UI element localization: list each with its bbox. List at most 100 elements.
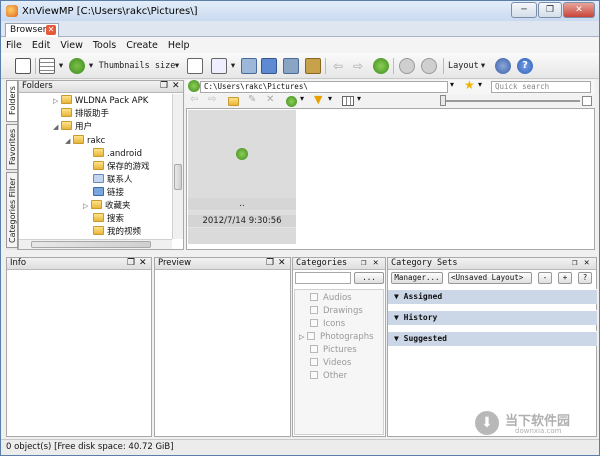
panel-float-icon[interactable]: ❐ <box>266 258 274 269</box>
category-checkbox[interactable] <box>310 371 318 379</box>
slideshow-icon[interactable] <box>241 58 257 74</box>
tab-browser[interactable]: Browser ✕ <box>5 23 59 37</box>
delete-icon[interactable]: ✕ <box>266 94 274 105</box>
filter-dropdown-icon[interactable]: ▾ <box>328 94 332 103</box>
file-browser[interactable]: .. 2012/7/14 9:30:56 <box>186 108 595 250</box>
menu-create[interactable]: Create <box>121 40 163 51</box>
menu-file[interactable]: File <box>1 40 27 51</box>
menu-tools[interactable]: Tools <box>88 40 121 51</box>
panel-close-icon[interactable]: ✕ <box>172 81 180 92</box>
category-other[interactable]: Other <box>310 370 347 383</box>
columns-dropdown-icon[interactable]: ▾ <box>357 94 361 103</box>
category-pictures[interactable]: Pictures <box>310 344 357 357</box>
star-icon[interactable]: ★ <box>464 78 475 92</box>
go-up-icon[interactable] <box>188 80 200 92</box>
folders-horizontal-scrollbar[interactable] <box>19 239 172 249</box>
path-dropdown-icon[interactable]: ▾ <box>450 80 454 89</box>
category-drawings[interactable]: Drawings <box>310 305 363 318</box>
thumbnails-size-arrow-icon[interactable]: ▾ <box>173 57 181 75</box>
sort-order-dropdown-icon[interactable]: ▾ <box>300 94 304 103</box>
view-mode-dropdown-icon[interactable]: ▾ <box>57 57 65 75</box>
thumbnail-size-slider[interactable] <box>440 100 580 102</box>
help-icon[interactable]: ? <box>517 58 533 74</box>
menu-view[interactable]: View <box>55 40 88 51</box>
tree-item[interactable]: 保存的游戏 <box>93 161 150 173</box>
remove-set-button[interactable]: - <box>538 272 552 284</box>
filter-icon[interactable] <box>187 58 203 74</box>
panel-close-icon[interactable]: ✕ <box>139 258 147 269</box>
set-row-history[interactable]: ▼ History <box>388 310 597 325</box>
forward-icon[interactable]: ⇨ <box>208 94 216 105</box>
categories-filter-dropdown[interactable]: ... <box>354 272 384 284</box>
tab-close-icon[interactable]: ✕ <box>46 25 56 35</box>
restore-button[interactable]: ❐ <box>538 2 562 18</box>
expand-arrow-icon[interactable]: ▷ <box>299 331 307 344</box>
fullscreen-icon[interactable] <box>15 58 31 74</box>
categories-filter-input[interactable] <box>295 272 351 284</box>
edit-icon[interactable]: ✎ <box>248 94 256 105</box>
collapse-arrow-icon[interactable]: ◢ <box>53 121 61 133</box>
set-row-suggested[interactable]: ▼ Suggested <box>388 331 597 346</box>
layout-dropdown[interactable]: Layout <box>447 57 479 75</box>
quick-search-input[interactable]: Quick search <box>491 81 591 93</box>
minimize-button[interactable]: ─ <box>511 2 537 18</box>
sort-order-icon[interactable] <box>286 96 297 107</box>
expand-arrow-icon[interactable]: ▷ <box>83 200 91 212</box>
batch-rename-icon[interactable] <box>283 58 299 74</box>
new-folder-icon[interactable] <box>228 97 239 106</box>
panel-close-icon[interactable]: ✕ <box>373 258 378 269</box>
path-input[interactable]: C:\Users\rakc\Pictures\ <box>200 81 448 93</box>
category-checkbox[interactable] <box>307 332 315 340</box>
settings-gear-icon[interactable] <box>495 58 511 74</box>
thumbnails-size-dropdown[interactable]: Thumbnails size <box>97 57 177 75</box>
batch-convert-icon[interactable] <box>261 58 277 74</box>
tree-item[interactable]: 排版助手 <box>61 108 109 120</box>
tree-item[interactable]: ◢ rakc <box>65 135 105 147</box>
collapse-arrow-icon[interactable]: ◢ <box>65 135 73 147</box>
panel-float-icon[interactable]: ❐ <box>127 258 135 269</box>
category-checkbox[interactable] <box>310 293 318 301</box>
category-checkbox[interactable] <box>310 345 318 353</box>
compare-icon[interactable] <box>305 58 321 74</box>
favorites-dropdown-icon[interactable]: ▾ <box>478 80 482 89</box>
expand-arrow-icon[interactable]: ▷ <box>53 95 61 107</box>
panel-float-icon[interactable]: ❐ <box>160 81 168 92</box>
category-checkbox[interactable] <box>310 358 318 366</box>
filter-funnel-icon[interactable]: ▼ <box>314 93 322 106</box>
slider-handle[interactable] <box>440 95 446 106</box>
tree-item[interactable]: 搜索 <box>93 213 124 225</box>
layout-dropdown-arrow-icon[interactable]: ▾ <box>479 57 487 75</box>
slider-max-icon[interactable] <box>582 96 592 106</box>
set-help-button[interactable]: ? <box>578 272 592 284</box>
scroll-thumb[interactable] <box>174 164 182 190</box>
manager-button[interactable]: Manager... <box>391 272 443 284</box>
set-row-assigned[interactable]: ▼ Assigned <box>388 289 597 304</box>
close-button[interactable]: ✕ <box>563 2 595 18</box>
tree-item[interactable]: 链接 <box>93 187 124 199</box>
tree-item[interactable]: 我的视频 <box>93 226 141 238</box>
scroll-thumb[interactable] <box>31 241 151 248</box>
tree-item[interactable]: ◢ 用户 <box>53 121 92 133</box>
category-audios[interactable]: Audios <box>310 292 352 305</box>
back-icon[interactable]: ⇦ <box>190 94 198 105</box>
columns-icon[interactable] <box>342 96 354 106</box>
tab-categories-filter[interactable]: Categories Filter <box>6 172 18 248</box>
sort-icon[interactable] <box>69 58 85 74</box>
tree-item[interactable]: .android <box>93 148 142 160</box>
thumbnail-parent-folder[interactable]: .. 2012/7/14 9:30:56 <box>188 110 296 244</box>
rotate-right-icon[interactable] <box>421 58 437 74</box>
export-icon[interactable] <box>211 58 227 74</box>
panel-float-icon[interactable]: ❐ <box>361 258 366 269</box>
menu-help[interactable]: Help <box>163 40 195 51</box>
view-mode-icon[interactable] <box>39 58 55 74</box>
tree-item[interactable]: 联系人 <box>93 174 133 186</box>
forward-arrow-icon[interactable]: ⇨ <box>351 57 365 75</box>
category-checkbox[interactable] <box>310 319 318 327</box>
category-icons[interactable]: Icons <box>310 318 345 331</box>
refresh-icon[interactable] <box>373 58 389 74</box>
tab-favorites[interactable]: Favorites <box>6 124 18 170</box>
menu-edit[interactable]: Edit <box>27 40 55 51</box>
export-dropdown-icon[interactable]: ▾ <box>229 57 237 75</box>
add-set-button[interactable]: + <box>558 272 572 284</box>
back-arrow-icon[interactable]: ⇦ <box>331 57 345 75</box>
